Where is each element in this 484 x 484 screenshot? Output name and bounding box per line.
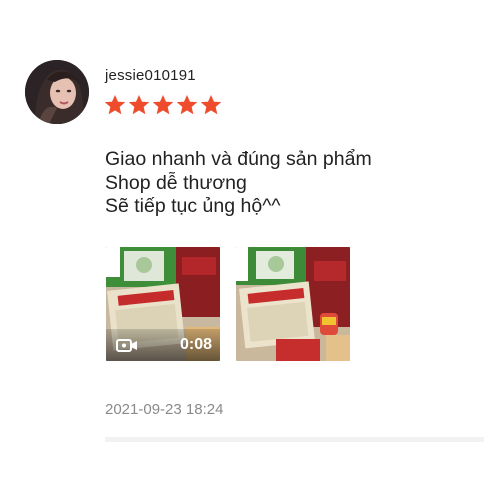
divider — [105, 437, 484, 442]
star-icon — [129, 95, 149, 115]
video-duration: 0:08 — [179, 336, 212, 353]
star-icon — [177, 95, 197, 115]
comment-line: Sẽ tiếp tục ủng hộ^^ — [105, 195, 281, 217]
star-icon — [201, 95, 221, 115]
review-video-thumbnail[interactable]: 0:08 — [106, 247, 220, 361]
review-photo-thumbnail[interactable] — [236, 247, 350, 361]
star-icon — [153, 95, 173, 115]
review-card: jessie010191 Giao nhanh và đúng sản phẩm… — [0, 0, 484, 484]
review-timestamp: 2021-09-23 18:24 — [105, 401, 224, 418]
comment-line: Giao nhanh và đúng sản phẩm — [105, 148, 372, 170]
avatar[interactable] — [25, 60, 89, 124]
comment-line: Shop dễ thương — [105, 171, 247, 194]
video-overlay: 0:08 — [106, 329, 220, 361]
review-comment: Giao nhanh và đúng sản phẩm Shop dễ thươ… — [105, 148, 372, 219]
star-icon — [105, 95, 125, 115]
rating-stars — [105, 95, 221, 115]
video-camera-icon — [116, 339, 137, 352]
username[interactable]: jessie010191 — [105, 67, 196, 84]
